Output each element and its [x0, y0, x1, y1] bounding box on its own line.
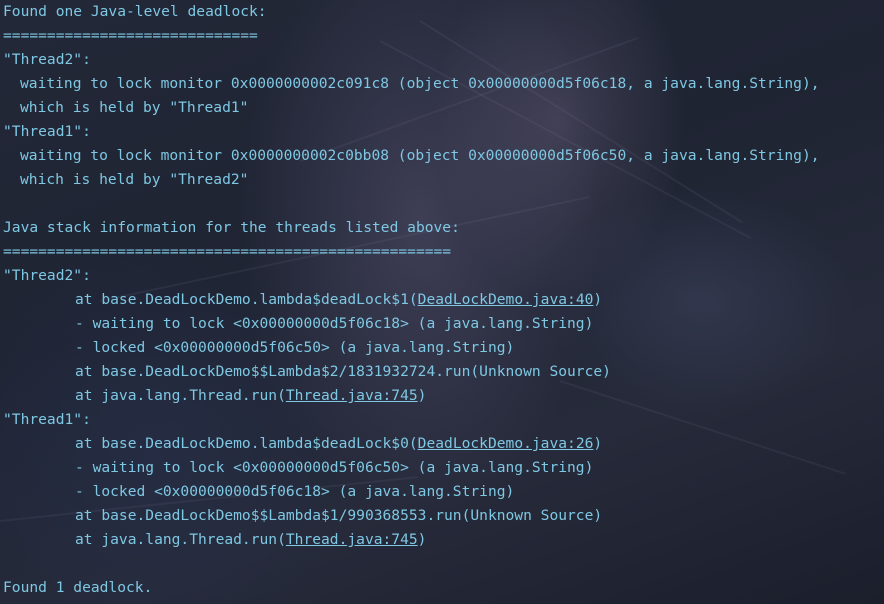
stack-frame: at base.DeadLockDemo$$Lambda$2/183193272…	[75, 363, 611, 380]
stack-frame: at base.DeadLockDemo.lambda$deadLock$1(D…	[3, 288, 820, 312]
thread-name: "Thread2":	[3, 51, 91, 68]
source-link[interactable]: Thread.java:745	[286, 531, 418, 548]
waiting-lock-line: - waiting to lock <0x00000000d5f06c50> (…	[75, 459, 594, 476]
deadlock-header: Found one Java-level deadlock:	[3, 3, 267, 20]
source-link[interactable]: DeadLockDemo.java:40	[418, 291, 594, 308]
terminal-window[interactable]: Found one Java-level deadlock: =========…	[0, 0, 884, 604]
terminal-output: Found one Java-level deadlock: =========…	[3, 0, 820, 600]
stack-info-header: Java stack information for the threads l…	[3, 219, 460, 236]
deadlock-summary: Found 1 deadlock.	[3, 579, 153, 596]
source-link[interactable]: Thread.java:745	[286, 387, 418, 404]
thread-name: "Thread2":	[3, 267, 91, 284]
frame-text: )	[417, 387, 427, 404]
frame-text: at base.DeadLockDemo.lambda$deadLock$0(	[75, 435, 418, 452]
stack-frame: at base.DeadLockDemo$$Lambda$1/990368553…	[75, 507, 603, 524]
stack-frame: at base.DeadLockDemo.lambda$deadLock$0(D…	[3, 432, 820, 456]
stack-frame: at java.lang.Thread.run(Thread.java:745)	[3, 528, 820, 552]
waiting-monitor-line: waiting to lock monitor 0x0000000002c0bb…	[20, 147, 820, 164]
divider: ========================================…	[3, 243, 452, 260]
frame-text: at base.DeadLockDemo.lambda$deadLock$1(	[75, 291, 418, 308]
frame-text: )	[593, 291, 603, 308]
locked-line: - locked <0x00000000d5f06c18> (a java.la…	[75, 483, 515, 500]
frame-text: )	[593, 435, 603, 452]
frame-text: at java.lang.Thread.run(	[75, 387, 286, 404]
held-by-line: which is held by "Thread1"	[20, 99, 249, 116]
stack-frame: at java.lang.Thread.run(Thread.java:745)	[3, 384, 820, 408]
held-by-line: which is held by "Thread2"	[20, 171, 249, 188]
thread-name: "Thread1":	[3, 123, 91, 140]
divider: =============================	[3, 27, 258, 44]
frame-text: )	[417, 531, 427, 548]
source-link[interactable]: DeadLockDemo.java:26	[418, 435, 594, 452]
frame-text: at java.lang.Thread.run(	[75, 531, 286, 548]
thread-name: "Thread1":	[3, 411, 91, 428]
locked-line: - locked <0x00000000d5f06c50> (a java.la…	[75, 339, 515, 356]
waiting-monitor-line: waiting to lock monitor 0x0000000002c091…	[20, 75, 820, 92]
waiting-lock-line: - waiting to lock <0x00000000d5f06c18> (…	[75, 315, 594, 332]
